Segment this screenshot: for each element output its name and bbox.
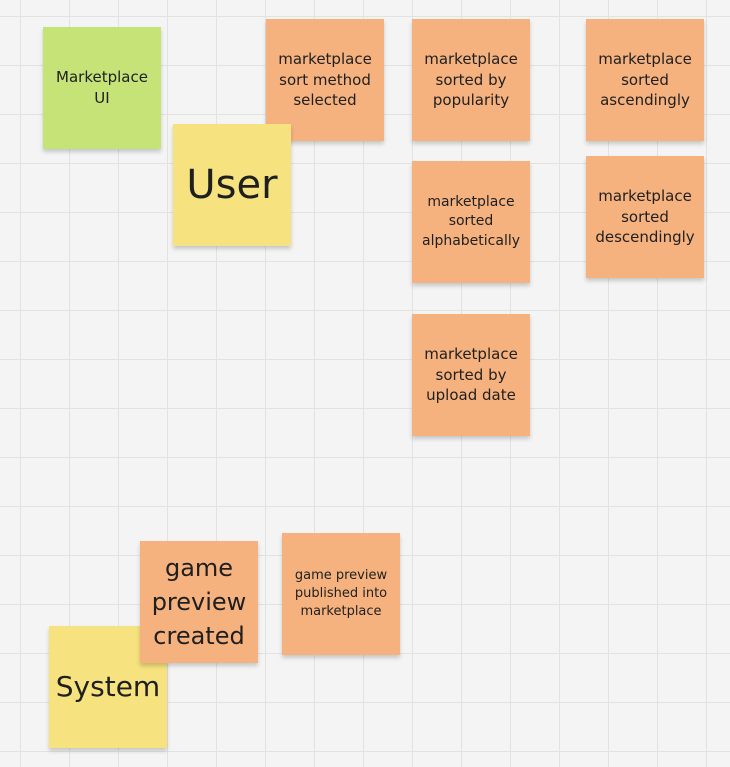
- sticky-text: marketplace sorted by popularity: [424, 49, 518, 110]
- sticky-text: marketplace sorted alphabetically: [421, 194, 521, 249]
- sticky-sorted-alphabetically[interactable]: marketplace sorted alphabetically: [412, 161, 530, 283]
- sticky-user[interactable]: User: [173, 124, 291, 246]
- sticky-sorted-descendingly[interactable]: marketplace sorted descendingly: [586, 156, 704, 278]
- sticky-text: game preview created: [151, 553, 247, 651]
- sticky-text: System: [55, 670, 161, 703]
- sticky-sort-method-selected[interactable]: marketplace sort method selected: [266, 19, 384, 141]
- sticky-marketplace-ui[interactable]: Marketplace UI: [43, 27, 161, 149]
- sticky-text: game preview published into marketplace: [294, 568, 388, 619]
- sticky-text: User: [186, 162, 278, 208]
- whiteboard-canvas[interactable]: Marketplace UI marketplace sort method s…: [0, 0, 730, 767]
- sticky-sorted-ascendingly[interactable]: marketplace sorted ascendingly: [586, 19, 704, 141]
- sticky-game-preview-published[interactable]: game preview published into marketplace: [282, 533, 400, 655]
- sticky-text: marketplace sorted descendingly: [595, 186, 695, 247]
- sticky-sorted-by-upload-date[interactable]: marketplace sorted by upload date: [412, 314, 530, 436]
- sticky-text: marketplace sorted by upload date: [424, 344, 518, 405]
- sticky-text: marketplace sort method selected: [278, 49, 372, 110]
- sticky-text: marketplace sorted ascendingly: [598, 49, 692, 110]
- sticky-text: Marketplace UI: [56, 68, 148, 107]
- sticky-sorted-by-popularity[interactable]: marketplace sorted by popularity: [412, 19, 530, 141]
- sticky-game-preview-created[interactable]: game preview created: [140, 541, 258, 663]
